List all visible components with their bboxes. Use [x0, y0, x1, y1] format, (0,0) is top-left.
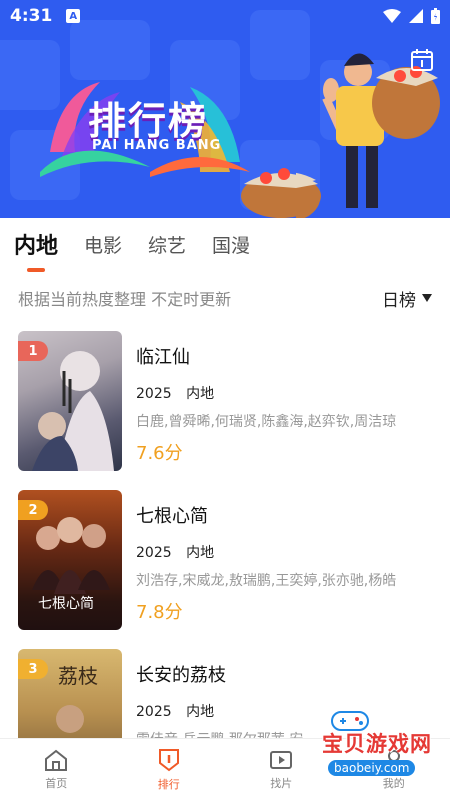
- battery-icon: [431, 8, 440, 24]
- item-meta: 2025 内地: [136, 542, 432, 562]
- fruit-basket-illustration: [241, 168, 321, 218]
- item-title: 长安的荔枝: [136, 665, 226, 686]
- status-bar: 4:31 A: [0, 0, 450, 32]
- caret-down-icon: [422, 294, 432, 302]
- tab-mainland[interactable]: 内地: [14, 228, 58, 260]
- item-cast: 刘浩存,宋威龙,敖瑞鹏,王奕婷,张亦驰,杨皓: [136, 573, 397, 589]
- nav-home[interactable]: 首页: [0, 739, 113, 800]
- banner-subtitle: PAI HANG BANG: [92, 138, 222, 153]
- item-region: 内地: [186, 704, 215, 720]
- calendar-icon: [411, 49, 433, 71]
- rank-badge: 1: [18, 341, 48, 361]
- site-watermark: 宝贝游戏网 baobeiy.com: [300, 706, 440, 782]
- list-item[interactable]: 1 临江仙 2025 内地 白鹿,曾舜晞,何瑞贤,陈鑫海,赵弈钦,周洁琼 7.6…: [0, 326, 450, 485]
- banner-title-art: 排行榜 PAI HANG BANG: [40, 72, 250, 182]
- home-icon: [45, 749, 68, 771]
- svg-text:荔枝: 荔枝: [58, 664, 98, 688]
- ranking-banner: 4:31 A 排行榜 PAI HANG BANG: [0, 0, 450, 218]
- calendar-button[interactable]: [410, 48, 434, 72]
- banner-title: 排行榜: [88, 99, 209, 143]
- nav-discover-label: 找片: [270, 776, 293, 790]
- category-tabs: 内地 电影 综艺 国漫: [0, 218, 450, 270]
- item-year: 2025: [136, 704, 172, 720]
- tab-movies[interactable]: 电影: [84, 231, 122, 258]
- watermark-url: baobeiy.com: [328, 760, 416, 776]
- film-icon: [270, 750, 293, 769]
- nav-ranking[interactable]: 排行: [113, 739, 226, 800]
- rank-period-select[interactable]: 日榜: [382, 286, 432, 311]
- rank-badge: 3: [18, 659, 48, 679]
- list-item[interactable]: 七根心简 2 七根心简 2025 内地 刘浩存,宋威龙,敖瑞鹏,王奕婷,张亦驰,…: [0, 485, 450, 644]
- item-score: 7.8分: [136, 602, 183, 623]
- tab-anime[interactable]: 国漫: [212, 231, 250, 258]
- nav-home-label: 首页: [45, 776, 68, 790]
- ranking-shield-icon: [158, 748, 179, 771]
- item-title: 七根心简: [136, 506, 208, 527]
- wifi-icon: [383, 9, 401, 23]
- item-region: 内地: [186, 545, 215, 561]
- notification-icon: A: [66, 9, 81, 23]
- list-subheader: 根据当前热度整理 不定时更新 日榜: [0, 270, 450, 326]
- item-year: 2025: [136, 545, 172, 561]
- item-score: 7.6分: [136, 443, 183, 464]
- nav-ranking-label: 排行: [157, 777, 180, 791]
- poster-image: 七根心简 2: [18, 490, 122, 630]
- svg-text:七根心简: 七根心简: [38, 595, 94, 612]
- signal-icon: [409, 9, 423, 23]
- status-time: 4:31: [10, 6, 53, 26]
- ranking-list: 1 临江仙 2025 内地 白鹿,曾舜晞,何瑞贤,陈鑫海,赵弈钦,周洁琼 7.6…: [0, 326, 450, 738]
- item-title: 临江仙: [136, 347, 190, 368]
- watermark-text: 宝贝游戏网: [322, 732, 432, 756]
- app-screen: 4:31 A 排行榜 PAI HANG BANG 内地 电影 综艺 国漫 根据当…: [0, 0, 450, 800]
- rank-period-label: 日榜: [382, 290, 416, 311]
- tab-variety[interactable]: 综艺: [148, 231, 186, 258]
- rank-badge: 2: [18, 500, 48, 520]
- status-icons: [383, 8, 440, 24]
- item-info: 七根心简 2025 内地 刘浩存,宋威龙,敖瑞鹏,王奕婷,张亦驰,杨皓 7.8分: [136, 490, 432, 644]
- update-note: 根据当前热度整理 不定时更新: [18, 290, 232, 309]
- item-year: 2025: [136, 386, 172, 402]
- poster-image: 荔枝 3: [18, 649, 122, 738]
- poster-image: 1: [18, 331, 122, 471]
- item-cast: 白鹿,曾舜晞,何瑞贤,陈鑫海,赵弈钦,周洁琼: [136, 414, 397, 430]
- item-region: 内地: [186, 386, 215, 402]
- item-meta: 2025 内地: [136, 383, 432, 403]
- item-info: 临江仙 2025 内地 白鹿,曾舜晞,何瑞贤,陈鑫海,赵弈钦,周洁琼 7.6分: [136, 331, 432, 485]
